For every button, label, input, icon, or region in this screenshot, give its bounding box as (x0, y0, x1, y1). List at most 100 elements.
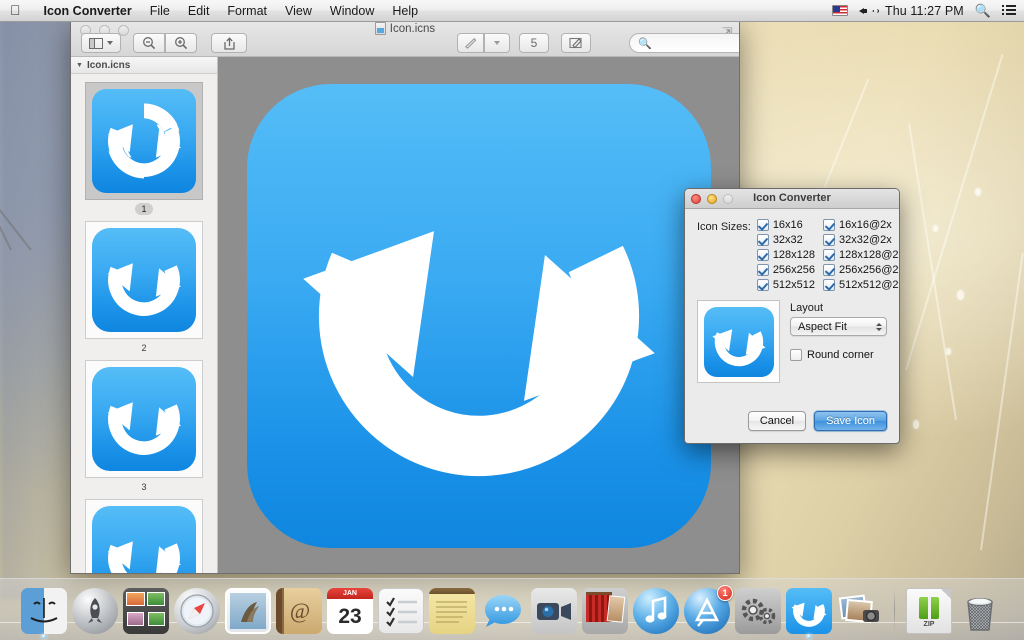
rotate-button[interactable]: 5 (519, 33, 549, 53)
checkbox-512x512[interactable]: 512x512 (757, 279, 815, 291)
preview-canvas[interactable] (218, 57, 739, 574)
checkbox-icon[interactable] (823, 279, 835, 291)
search-icon[interactable]: 🔍 (975, 3, 991, 19)
dock-item-calendar[interactable]: JAN 23 (327, 588, 373, 634)
chevron-down-icon (107, 41, 113, 45)
apple-menu-icon[interactable]:  (10, 3, 21, 17)
checkbox-icon[interactable] (823, 234, 835, 246)
dock-item-launchpad[interactable] (72, 588, 118, 634)
thumbnail-box[interactable] (85, 221, 203, 339)
dialog-titlebar[interactable]: Icon Converter (685, 189, 899, 209)
sidebar-toggle-button[interactable] (81, 33, 121, 53)
thumbnail-box[interactable] (85, 360, 203, 478)
checkbox-256x256[interactable]: 256x256 (757, 264, 815, 276)
thumbnail-box[interactable] (85, 499, 203, 574)
menu-item-window[interactable]: Window (321, 1, 383, 21)
disclosure-triangle-icon[interactable]: ▼ (76, 62, 83, 69)
search-field[interactable]: 🔍 (629, 33, 740, 53)
checkbox-32x32[interactable]: 32x32 (757, 234, 815, 246)
cancel-button[interactable]: Cancel (748, 411, 806, 431)
checkbox-icon[interactable] (757, 264, 769, 276)
preview-window[interactable]: Icon.icns ⇱ (70, 18, 740, 574)
dock-item-reminders[interactable] (378, 588, 424, 634)
thumbnail-number: 1 (135, 203, 152, 215)
annotate-button[interactable] (561, 33, 591, 53)
menu-item-app[interactable]: Icon Converter (35, 1, 141, 21)
dock-item-safari[interactable] (174, 588, 220, 634)
dock-item-notes[interactable] (429, 588, 475, 634)
dock-item-iphoto[interactable] (837, 588, 883, 634)
checkbox-icon[interactable] (757, 234, 769, 246)
checkbox-256x256-2x[interactable]: 256x256@2x (823, 264, 900, 276)
preview-sidebar[interactable]: ▼ Icon.icns 1 (71, 57, 218, 574)
checkbox-icon[interactable] (757, 249, 769, 261)
checkbox-16x16[interactable]: 16x16 (757, 219, 815, 231)
thumbnail-list[interactable]: 1 2 (71, 74, 217, 574)
menu-item-view[interactable]: View (276, 1, 321, 21)
share-button[interactable] (211, 33, 247, 53)
checkbox-icon[interactable] (823, 219, 835, 231)
menu-item-help[interactable]: Help (383, 1, 427, 21)
preview-window-titlebar[interactable]: Icon.icns ⇱ (71, 19, 739, 57)
menu-bar-clock[interactable]: Thu 11:27 PM (885, 4, 964, 18)
sync-arrows-icon (786, 588, 832, 634)
running-indicator (807, 634, 812, 639)
thumbnail-number: 2 (135, 342, 152, 354)
dialog-options-column: Layout Aspect Fit Round corner (790, 300, 887, 383)
checkbox-icon[interactable] (823, 264, 835, 276)
layout-label: Layout (790, 302, 887, 314)
checkbox-label: 512x512 (773, 279, 815, 291)
checkbox-label: 256x256 (773, 264, 815, 276)
compass-icon (174, 588, 220, 634)
dock-item-icon-converter[interactable] (786, 588, 832, 634)
checkbox-icon[interactable] (757, 219, 769, 231)
sidebar-group-header[interactable]: ▼ Icon.icns (71, 57, 217, 74)
list-item[interactable]: 1 (85, 82, 203, 215)
list-item[interactable] (85, 499, 203, 574)
list-item[interactable]: 2 (85, 221, 203, 354)
dock-item-facetime[interactable] (531, 588, 577, 634)
wallpaper-dewdrop (913, 420, 919, 429)
menu-item-format[interactable]: Format (218, 1, 276, 21)
markup-dropdown-button[interactable] (484, 33, 510, 53)
dock-item-mail[interactable] (225, 588, 271, 634)
checkbox-128x128[interactable]: 128x128 (757, 249, 815, 261)
icon-sizes-label: Icon Sizes: (697, 221, 751, 233)
notification-center-icon[interactable] (1002, 5, 1016, 17)
checkbox-icon[interactable] (790, 349, 802, 361)
dock-item-finder[interactable] (21, 588, 67, 634)
dock-item-app-store[interactable]: 1 (684, 588, 730, 634)
thumbnail-box[interactable] (85, 82, 203, 200)
checkbox-32x32-2x[interactable]: 32x32@2x (823, 234, 900, 246)
zoom-out-button[interactable] (133, 33, 165, 53)
dock-item-messages[interactable] (480, 588, 526, 634)
rotate-button-label: 5 (531, 36, 538, 50)
checkbox-16x16-2x[interactable]: 16x16@2x (823, 219, 900, 231)
zoom-in-button[interactable] (165, 33, 197, 53)
checkbox-label: 16x16 (773, 219, 803, 231)
save-icon-button[interactable]: Save Icon (814, 411, 887, 431)
menu-item-edit[interactable]: Edit (179, 1, 219, 21)
volume-icon[interactable] (859, 4, 874, 17)
us-flag-icon[interactable] (832, 5, 848, 16)
dock-item-photo-booth[interactable] (582, 588, 628, 634)
dialog-content: Icon Sizes: 16x16 32x32 128x128 (685, 209, 899, 443)
dock-item-mission-control[interactable] (123, 588, 169, 634)
checkbox-512x512-2x[interactable]: 512x512@2x (823, 279, 900, 291)
checkbox-label: 128x128 (773, 249, 815, 261)
dock-item-contacts[interactable]: @ (276, 588, 322, 634)
checkbox-round-corner[interactable]: Round corner (790, 349, 887, 361)
dock-item-itunes[interactable] (633, 588, 679, 634)
checkbox-label: 128x128@2x (839, 249, 900, 261)
layout-select[interactable]: Aspect Fit (790, 317, 887, 336)
checkbox-128x128-2x[interactable]: 128x128@2x (823, 249, 900, 261)
dock-item-trash[interactable] (957, 588, 1003, 634)
list-item[interactable]: 3 (85, 360, 203, 493)
markup-button[interactable] (457, 33, 484, 53)
icon-converter-dialog[interactable]: Icon Converter Icon Sizes: 16x16 32x32 (684, 188, 900, 444)
dock-item-system-preferences[interactable] (735, 588, 781, 634)
menu-item-file[interactable]: File (141, 1, 179, 21)
checkbox-icon[interactable] (757, 279, 769, 291)
dock-item-zip-archive[interactable]: ZIP (906, 588, 952, 634)
checkbox-icon[interactable] (823, 249, 835, 261)
